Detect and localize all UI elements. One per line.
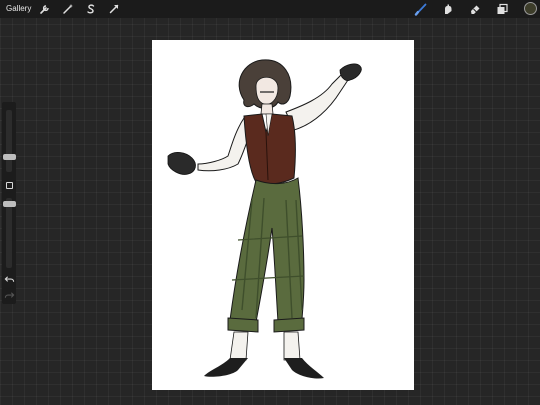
gallery-button[interactable]: Gallery xyxy=(6,3,31,15)
eraser-icon[interactable] xyxy=(468,2,482,16)
brush-icon[interactable] xyxy=(414,2,428,16)
character-illustration xyxy=(167,59,362,379)
sidebar xyxy=(2,102,16,304)
modify-button[interactable] xyxy=(6,182,13,189)
top-toolbar: Gallery xyxy=(0,0,540,18)
color-picker-button[interactable] xyxy=(524,2,537,15)
magic-wand-icon[interactable] xyxy=(61,2,75,16)
opacity-handle[interactable] xyxy=(3,201,16,207)
brush-size-slider[interactable] xyxy=(3,110,16,172)
drawing-canvas[interactable] xyxy=(152,40,414,390)
layers-icon[interactable] xyxy=(495,2,509,16)
redo-icon[interactable] xyxy=(4,290,15,301)
selection-icon[interactable] xyxy=(84,2,98,16)
brush-size-handle[interactable] xyxy=(3,154,16,160)
opacity-slider[interactable] xyxy=(3,198,16,268)
wrench-icon[interactable] xyxy=(38,2,52,16)
undo-icon[interactable] xyxy=(4,274,15,285)
transform-icon[interactable] xyxy=(107,2,121,16)
smudge-icon[interactable] xyxy=(441,2,455,16)
